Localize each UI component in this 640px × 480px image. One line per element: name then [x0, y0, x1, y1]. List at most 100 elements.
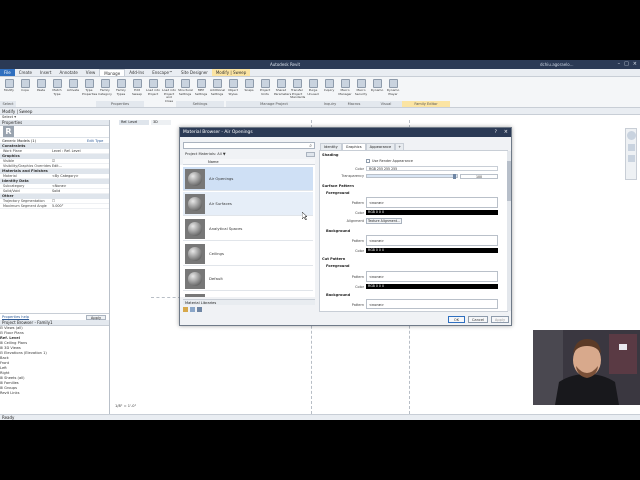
object-styles-button[interactable]: Object Styles	[226, 79, 240, 101]
tab-add-ins[interactable]: Add-Ins	[125, 69, 148, 76]
surface-bg-color[interactable]: RGB 0 0 0	[366, 248, 498, 253]
dynamo-player-button[interactable]: Dynamo Player	[386, 79, 400, 101]
properties-help-link[interactable]: Properties help	[0, 315, 29, 319]
mouse-cursor	[302, 212, 307, 220]
load-into-project-button[interactable]: Load into Project	[146, 79, 160, 101]
match-type-button[interactable]: Match Type	[50, 79, 64, 101]
macro-security-button[interactable]: Macro Security	[354, 79, 368, 101]
family-types-button[interactable]: Family Types	[114, 79, 128, 101]
surface-background-header[interactable]: Background	[326, 229, 350, 233]
edit-sweep-icon	[132, 79, 142, 88]
zoom-icon[interactable]	[627, 144, 635, 151]
shading-header[interactable]: Shading	[322, 153, 339, 157]
purge-unused-button[interactable]: Purge Unused	[306, 79, 320, 101]
cut-background-header[interactable]: Background	[326, 293, 350, 297]
type-dropdown[interactable]: Generic Models (1)	[0, 138, 87, 143]
cope-button[interactable]: Cope	[18, 79, 32, 101]
tab-enscape[interactable]: Enscape™	[148, 69, 177, 76]
shading-color-label: Color	[355, 167, 364, 171]
view-options-icon[interactable]	[306, 152, 315, 157]
view-scale[interactable]: 1/8" = 1'-0"	[115, 404, 136, 408]
tab-modify-sweep[interactable]: Modify | Sweep	[211, 69, 251, 76]
project-materials-filter[interactable]: Project Materials: All ▼	[185, 152, 226, 156]
material-item-air-openings[interactable]: Air Openings	[183, 167, 313, 191]
view-tab-3d[interactable]: 3D	[151, 120, 171, 125]
modify-button[interactable]: Modify	[2, 79, 16, 101]
load-into-project-close-button[interactable]: Load into Project and Close	[162, 79, 176, 102]
surface-pattern-header[interactable]: Surface Pattern	[322, 184, 354, 188]
tab-file[interactable]: File	[0, 69, 15, 76]
viewcube-icon[interactable]	[626, 131, 636, 140]
options-bar: Modify | Sweep	[0, 108, 640, 115]
dynamo-button[interactable]: Dynamo	[370, 79, 384, 101]
tab-annotate[interactable]: Annotate	[55, 69, 81, 76]
additional-settings-button[interactable]: Additional Settings	[210, 79, 225, 101]
cut-fg-pattern[interactable]: <none>	[366, 271, 498, 282]
activate-button[interactable]: Activate	[66, 79, 80, 101]
shared-parameters-button[interactable]: Shared Parameters	[274, 79, 291, 101]
texture-alignment-button[interactable]: Texture Alignment...	[366, 218, 402, 224]
close-icon[interactable]: ×	[504, 128, 508, 137]
pattern-label: Pattern	[351, 275, 364, 279]
structural-settings-button[interactable]: Structural Settings	[178, 79, 193, 101]
edit-sweep-button[interactable]: Edit Sweep	[130, 79, 144, 101]
cut-fg-color[interactable]: RGB 0 0 0	[366, 284, 498, 289]
material-item-default[interactable]: Default	[183, 267, 313, 291]
shading-color-swatch[interactable]: RGB 255 255 255	[366, 166, 498, 171]
close-icon[interactable]: ×	[633, 61, 637, 67]
paste-button[interactable]: Paste	[34, 79, 48, 101]
cut-foreground-header[interactable]: Foreground	[326, 264, 350, 268]
cut-pattern-header[interactable]: Cut Pattern	[322, 257, 345, 261]
snaps-button[interactable]: Snaps	[242, 79, 256, 101]
library-icon[interactable]	[183, 307, 188, 312]
material-libraries-bar[interactable]: Material Libraries	[183, 299, 315, 305]
tab-create[interactable]: Create	[15, 69, 36, 76]
pan-icon[interactable]	[627, 155, 635, 162]
surface-fg-pattern[interactable]: <none>	[366, 197, 498, 208]
material-item-ceilings[interactable]: Ceilings	[183, 242, 313, 266]
use-render-appearance-checkbox[interactable]	[366, 159, 370, 163]
create-material-icon[interactable]	[190, 307, 195, 312]
family-category-button[interactable]: Family Category	[98, 79, 112, 101]
project-units-icon	[260, 79, 270, 88]
asset-browser-icon[interactable]	[197, 307, 202, 312]
surface-bg-pattern[interactable]: <none>	[366, 235, 498, 246]
slider-thumb[interactable]	[453, 174, 456, 179]
project-units-button[interactable]: Project Units	[258, 79, 272, 101]
material-search-input[interactable]: ⌕	[183, 142, 315, 149]
user-name[interactable]: dchiu.agoraelo...	[540, 62, 574, 67]
material-item[interactable]	[183, 292, 313, 297]
ok-button[interactable]: OK	[448, 316, 465, 323]
view-tab-ref-level[interactable]: Ref. Level	[119, 120, 149, 125]
transparency-slider[interactable]	[366, 174, 458, 179]
type-selector[interactable]: R	[0, 126, 109, 138]
tab-manage[interactable]: Manage	[99, 69, 126, 76]
cancel-button[interactable]: Cancel	[468, 316, 488, 323]
macro-manager-button[interactable]: Macro Manager	[338, 79, 352, 101]
material-item-air-surfaces[interactable]: Air Surfaces	[183, 192, 313, 216]
minimize-icon[interactable]: –	[618, 61, 621, 67]
scrollbar-thumb[interactable]	[507, 161, 511, 201]
help-icon[interactable]: ?	[495, 128, 497, 137]
maximize-icon[interactable]: □	[624, 61, 629, 67]
navigation-bar[interactable]	[625, 128, 637, 180]
editor-scrollbar[interactable]	[507, 151, 511, 311]
material-list[interactable]: Air Openings Air Surfaces Analytical Spa…	[180, 165, 315, 297]
transparency-input[interactable]: 100	[460, 174, 498, 179]
mep-settings-button[interactable]: MEP Settings	[194, 79, 208, 101]
tab-site-designer[interactable]: Site Designer	[177, 69, 212, 76]
edit-type-button[interactable]: Edit Type	[87, 138, 109, 143]
material-item-analytical-spaces[interactable]: Analytical Spaces	[183, 217, 313, 241]
object-styles-icon	[228, 79, 238, 88]
type-properties-button[interactable]: Type Properties	[82, 79, 97, 101]
surface-fg-color[interactable]: RGB 0 0 0	[366, 210, 498, 215]
inquiry-button[interactable]: Inquiry	[322, 79, 336, 101]
apply-button[interactable]: Apply	[491, 316, 509, 323]
transfer-standards-button[interactable]: Transfer Project Standards	[290, 79, 305, 101]
cut-bg-pattern[interactable]: <none>	[366, 299, 498, 309]
tab-view[interactable]: View	[82, 69, 100, 76]
tree-item[interactable]: Revit Links	[0, 391, 109, 396]
material-swatch	[185, 219, 205, 239]
tab-insert[interactable]: Insert	[36, 69, 55, 76]
surface-foreground-header[interactable]: Foreground	[326, 191, 350, 195]
